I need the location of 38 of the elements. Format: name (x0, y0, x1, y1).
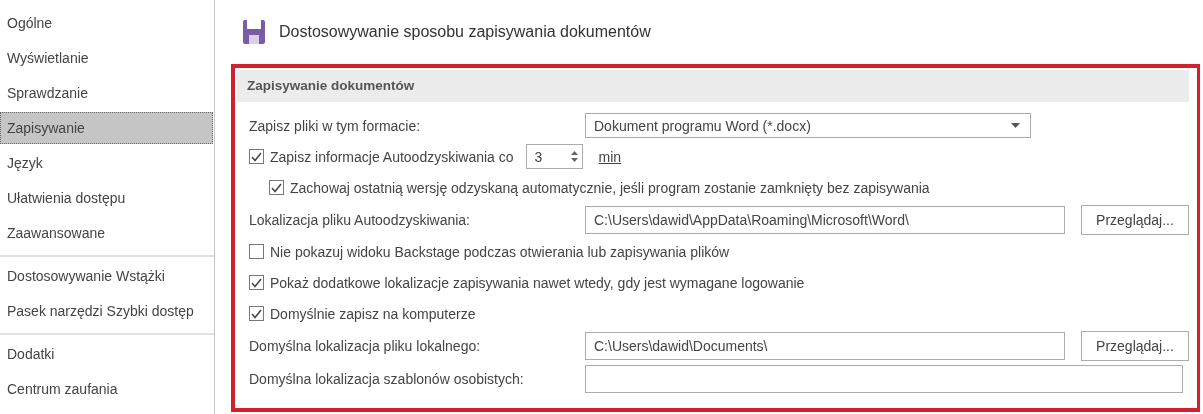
checkbox-label: Zachowaj ostatnią wersję odzyskaną automatycznie, jeśli program zostanie zamknięty bez zapisywania (290, 179, 930, 196)
field-label: Domyślna lokalizacja pliku lokalnego: (249, 337, 482, 354)
sidebar-item[interactable]: Język (0, 147, 213, 179)
checkbox[interactable] (249, 244, 264, 259)
sidebar-item[interactable]: Wyświetlanie (0, 42, 213, 74)
spinner-arrows-icon (570, 150, 578, 163)
checkbox-label: Pokaż dodatkowe lokalizacje zapisywania nawet wtedy, gdy jest wymagane logowanie (270, 274, 805, 291)
sidebar-item[interactable]: Dodatki (0, 338, 213, 370)
minutes-spinbox[interactable]: 3 (525, 144, 583, 169)
field-label: Domyślna lokalizacja szablonów osobistych: (249, 370, 525, 387)
save-icon (243, 20, 265, 44)
checkbox[interactable] (249, 306, 264, 321)
sidebar-item[interactable]: Dostosowywanie Wstążki (0, 260, 213, 292)
sidebar-item[interactable]: Zapisywanie (0, 112, 213, 144)
sidebar-item[interactable]: Ułatwienia dostępu (0, 182, 213, 214)
format-dropdown[interactable]: Dokument programu Word (*.docx) (585, 113, 1031, 138)
unit-label: min (598, 148, 622, 165)
sidebar-item[interactable]: Sprawdzanie (0, 77, 213, 109)
sidebar-item[interactable]: Pasek narzędzi Szybki dostęp (0, 295, 213, 327)
checkbox-label: Domyślnie zapisz na komputerze (270, 305, 476, 322)
checkbox[interactable] (269, 180, 284, 195)
sidebar-item[interactable]: Ogólne (0, 7, 213, 39)
section-title: Zapisywanie dokumentów (237, 70, 1189, 102)
sidebar-item[interactable]: Centrum zaufania (0, 373, 213, 405)
checkbox[interactable] (249, 275, 264, 290)
browse-button[interactable]: Przeglądaj... (1081, 204, 1189, 235)
caret-icon (1011, 123, 1020, 128)
browse-button[interactable]: Przeglądaj... (1081, 330, 1189, 361)
path-field[interactable]: C:\Users\dawid\Documents\ (585, 331, 1065, 360)
checkbox-label: Zapisz informacje Autoodzyskiwania co (270, 148, 514, 165)
checkbox-label: Nie pokazuj widoku Backstage podczas otwierania lub zapisywania plików (270, 243, 730, 260)
page-title: Dostosowywanie sposobu zapisywania dokumentów (279, 23, 651, 41)
path-field[interactable] (585, 364, 1183, 393)
sidebar-item[interactable]: Zaawansowane (0, 217, 213, 249)
path-field[interactable]: C:\Users\dawid\AppData\Roaming\Microsoft\Word\ (585, 205, 1065, 234)
checkbox[interactable] (249, 149, 264, 164)
field-label: Lokalizacja pliku Autoodzyskiwania: (249, 211, 471, 228)
field-label: Zapisz pliki w tym formacie: (249, 117, 422, 134)
